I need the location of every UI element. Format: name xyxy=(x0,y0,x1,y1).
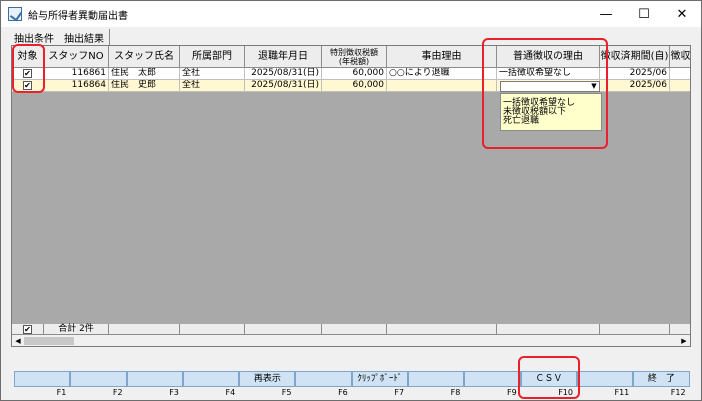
col-header-dept[interactable]: 所属部門 xyxy=(180,46,245,68)
horizontal-scrollbar[interactable]: ◀ ▶ xyxy=(12,334,690,346)
cell-reason[interactable]: ○○により退職 xyxy=(387,68,497,80)
col-header-retire-date[interactable]: 退職年月日 xyxy=(245,46,322,68)
cell-retire-date: 2025/08/31(日) xyxy=(245,68,322,80)
cell-collect xyxy=(670,80,690,92)
col-header-reason[interactable]: 事由理由 xyxy=(387,46,497,68)
select-all-checkbox[interactable]: ✔ xyxy=(23,324,32,334)
cell-staff-name: 住民 史郎 xyxy=(109,80,180,92)
function-key-bar: 再表示 ｸﾘｯﾌﾟﾎﾞｰﾄﾞ ＣＳＶ 終 了 xyxy=(14,371,690,387)
fkey-label: F4 xyxy=(225,388,236,397)
tab-extract-results[interactable]: 抽出結果 xyxy=(59,29,110,45)
tab-extract-conditions[interactable]: 抽出条件 xyxy=(9,29,59,45)
summary-cell xyxy=(600,324,670,334)
fkey-f11-button[interactable] xyxy=(576,371,634,387)
scroll-left-icon[interactable]: ◀ xyxy=(13,336,23,346)
highlight-normal-reason-column xyxy=(482,38,608,149)
cell-staff-no: 116864 xyxy=(44,80,109,92)
fkey-label: F8 xyxy=(450,388,461,397)
fkey-f8-button[interactable] xyxy=(408,371,465,387)
col-header-collect[interactable]: 徴収 xyxy=(670,46,690,68)
window-title: 給与所得者異動届出書 xyxy=(28,10,128,22)
fkey-f6-button[interactable] xyxy=(295,371,352,387)
cell-period-from: 2025/06 xyxy=(600,68,670,80)
summary-cell xyxy=(387,324,497,334)
col-header-staff-no[interactable]: スタッフNO xyxy=(44,46,109,68)
exit-button[interactable]: 終 了 xyxy=(633,371,690,387)
summary-total: 合計 2件 xyxy=(44,324,109,334)
tab-strip: 抽出条件 抽出結果 xyxy=(9,29,110,45)
fkey-label: F3 xyxy=(169,388,179,397)
fkey-label: F11 xyxy=(614,388,630,397)
fkey-label: F12 xyxy=(670,388,686,397)
title-bar: 給与所得者異動届出書 — ☐ ✕ xyxy=(1,1,701,27)
fkey-label: F7 xyxy=(394,388,405,397)
clipboard-button[interactable]: ｸﾘｯﾌﾟﾎﾞｰﾄﾞ xyxy=(351,371,409,387)
cell-collect xyxy=(670,68,690,80)
summary-cell xyxy=(322,324,387,334)
col-header-period-from[interactable]: 徴収済期間(自) xyxy=(600,46,670,68)
window-controls: — ☐ ✕ xyxy=(587,1,701,27)
cell-staff-name: 住民 太郎 xyxy=(109,68,180,80)
summary-cell xyxy=(670,324,690,334)
grid-summary-row: ✔ 合計 2件 xyxy=(12,324,690,334)
col-header-staff-name[interactable]: スタッフ氏名 xyxy=(109,46,180,68)
cell-retire-date: 2025/08/31(日) xyxy=(245,80,322,92)
col-header-special-tax-line1: 特別徴収税額 xyxy=(330,47,378,57)
fkey-f9-button[interactable] xyxy=(464,371,521,387)
col-header-special-tax-line2: (年税額) xyxy=(338,56,370,66)
cell-special-tax: 60,000 xyxy=(322,80,387,92)
col-header-special-tax[interactable]: 特別徴収税額 (年税額) xyxy=(322,46,387,68)
fkey-f2-button[interactable] xyxy=(70,371,127,387)
function-key-labels: F1 F2 F3 F4 F5 F6 F7 F8 F9 F10 F11 F12 xyxy=(14,387,690,399)
summary-cell xyxy=(109,324,180,334)
scroll-right-icon[interactable]: ▶ xyxy=(679,336,689,346)
cell-special-tax: 60,000 xyxy=(322,68,387,80)
cell-period-from: 2025/06 xyxy=(600,80,670,92)
maximize-icon[interactable]: ☐ xyxy=(625,1,663,27)
app-icon xyxy=(8,7,22,21)
scroll-thumb[interactable] xyxy=(24,337,74,345)
fkey-f4-button[interactable] xyxy=(182,371,240,387)
highlight-csv-button xyxy=(518,356,580,399)
summary-checkbox-cell[interactable]: ✔ xyxy=(12,324,44,334)
fkey-label: F2 xyxy=(112,388,123,397)
summary-cell xyxy=(245,324,322,334)
minimize-icon[interactable]: — xyxy=(587,1,625,27)
fkey-f3-button[interactable] xyxy=(126,371,183,387)
fkey-label: F1 xyxy=(56,388,67,397)
cell-staff-no: 116861 xyxy=(44,68,109,80)
cell-dept: 全社 xyxy=(180,80,245,92)
fkey-label: F5 xyxy=(281,388,292,397)
cell-reason[interactable] xyxy=(387,80,497,92)
refresh-button[interactable]: 再表示 xyxy=(239,371,296,387)
fkey-label: F6 xyxy=(338,388,348,397)
highlight-target-column xyxy=(12,44,45,93)
summary-cell xyxy=(497,324,600,334)
fkey-label: F9 xyxy=(506,388,517,397)
close-icon[interactable]: ✕ xyxy=(663,1,701,27)
fkey-f1-button[interactable] xyxy=(14,371,71,387)
summary-cell xyxy=(180,324,245,334)
cell-dept: 全社 xyxy=(180,68,245,80)
